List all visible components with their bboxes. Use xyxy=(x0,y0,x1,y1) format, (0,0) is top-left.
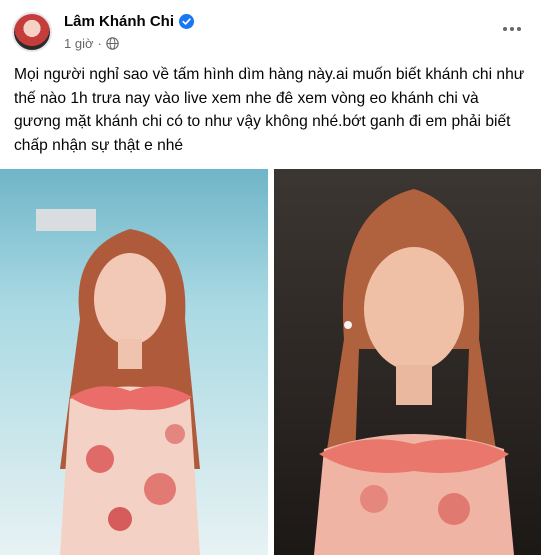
meta-separator: · xyxy=(97,36,102,51)
facebook-post: Lâm Khánh Chi 1 giờ · Mọi người nghỉ sao… xyxy=(0,0,541,555)
author-name-row: Lâm Khánh Chi xyxy=(64,13,195,30)
more-options-icon[interactable] xyxy=(497,14,527,44)
post-meta: 1 giờ · xyxy=(64,36,119,51)
globe-icon[interactable] xyxy=(106,37,119,50)
post-header: Lâm Khánh Chi 1 giờ · xyxy=(0,0,541,62)
author-avatar[interactable] xyxy=(12,12,52,52)
post-photos xyxy=(0,169,541,555)
author-name[interactable]: Lâm Khánh Chi xyxy=(64,13,174,30)
post-timestamp[interactable]: 1 giờ xyxy=(64,36,94,51)
post-photo-left[interactable] xyxy=(0,169,268,555)
verified-badge-icon xyxy=(179,14,195,29)
post-photo-right[interactable] xyxy=(274,169,541,555)
post-text: Mọi người nghỉ sao về tấm hình dìm hàng … xyxy=(14,66,525,154)
